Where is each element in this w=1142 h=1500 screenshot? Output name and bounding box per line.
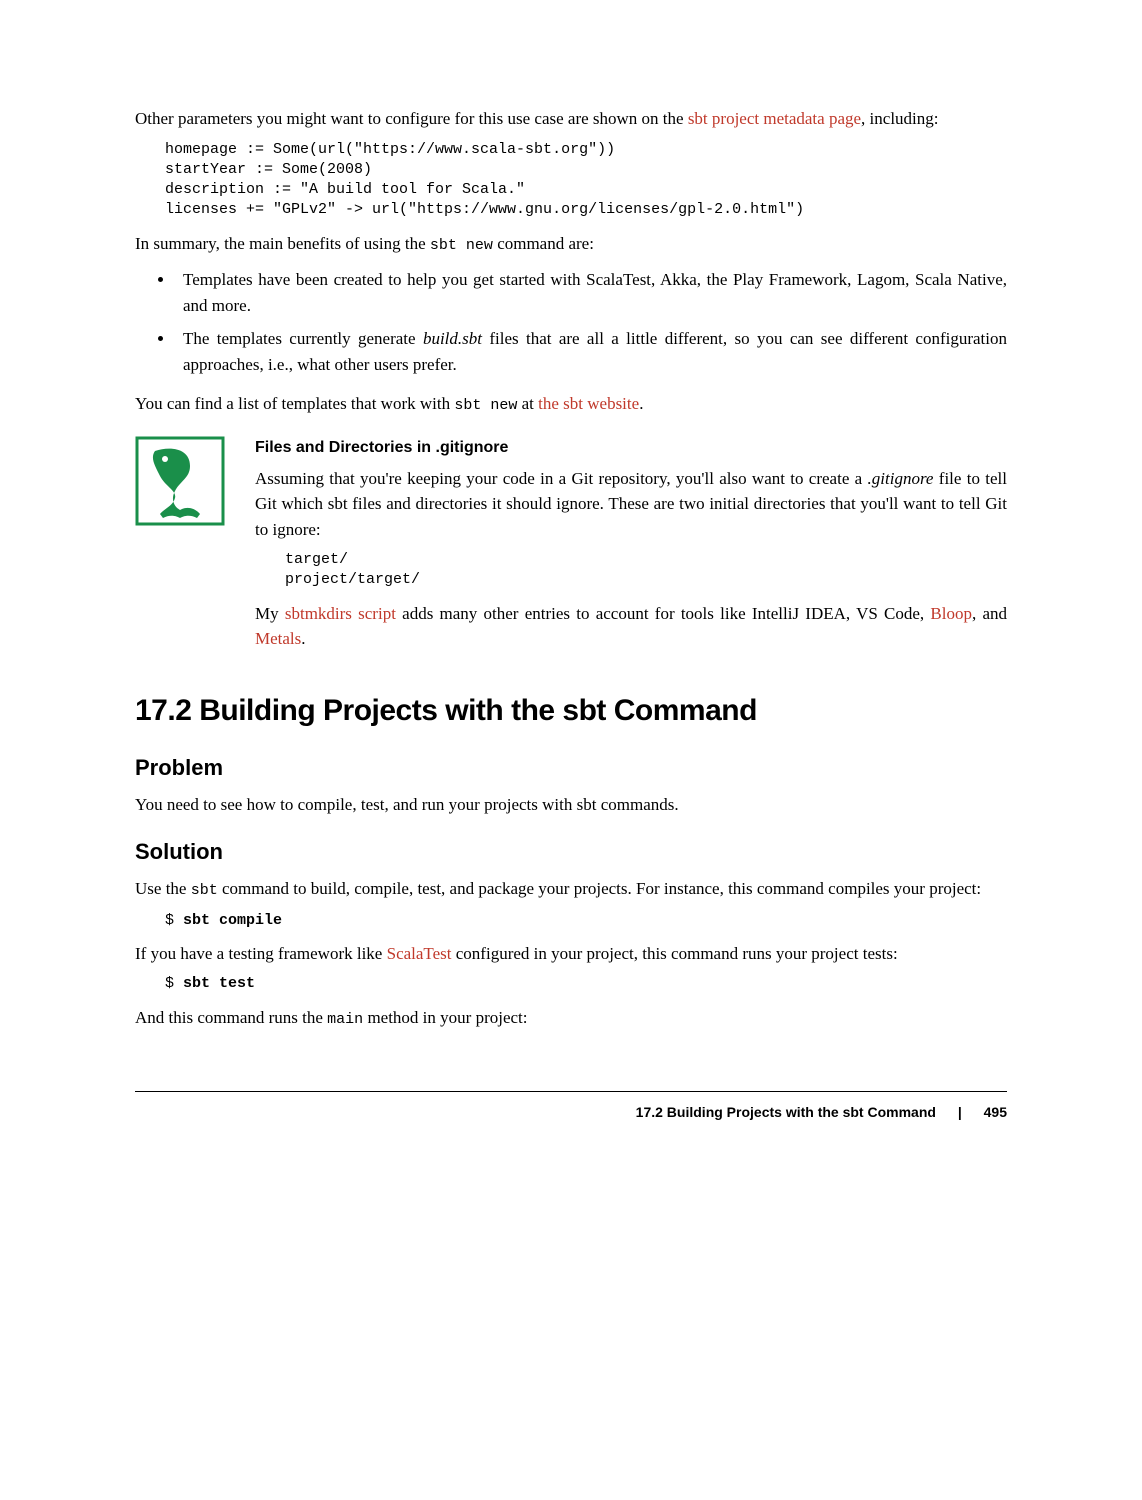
inline-code-sbt-new: sbt new: [430, 237, 493, 254]
text: command are:: [493, 234, 594, 253]
emphasis: .gitignore: [868, 469, 934, 488]
aside-title: Files and Directories in .gitignore: [255, 436, 1007, 460]
summary-paragraph: In summary, the main benefits of using t…: [135, 231, 1007, 258]
text: adds many other entries to account for t…: [396, 604, 930, 623]
code-block-gitignore: target/ project/target/: [285, 550, 1007, 591]
inline-code-main: main: [327, 1011, 363, 1028]
text: at: [517, 394, 538, 413]
emphasis: build.sbt: [423, 329, 482, 348]
scalatest-link[interactable]: ScalaTest: [387, 944, 452, 963]
benefits-list: Templates have been created to help you …: [175, 267, 1007, 377]
inline-code-sbt-new: sbt new: [454, 397, 517, 414]
page-footer: 17.2 Building Projects with the sbt Comm…: [135, 1091, 1007, 1123]
text: In summary, the main benefits of using t…: [135, 234, 430, 253]
text: If you have a testing framework like: [135, 944, 387, 963]
footer-title: 17.2 Building Projects with the sbt Comm…: [636, 1104, 936, 1120]
text: The templates currently generate: [183, 329, 423, 348]
solution-heading: Solution: [135, 835, 1007, 868]
list-item: Templates have been created to help you …: [175, 267, 1007, 318]
command: sbt compile: [183, 912, 282, 929]
text: You can find a list of templates that wo…: [135, 394, 454, 413]
code-block-params: homepage := Some(url("https://www.scala-…: [165, 140, 1007, 221]
text: , including:: [861, 109, 938, 128]
sbtmkdirs-link[interactable]: sbtmkdirs script: [285, 604, 396, 623]
prompt: $: [165, 912, 183, 929]
text: Other parameters you might want to confi…: [135, 109, 688, 128]
text: Use the: [135, 879, 191, 898]
text: method in your project:: [363, 1008, 527, 1027]
templates-paragraph: You can find a list of templates that wo…: [135, 391, 1007, 418]
section-heading: 17.2 Building Projects with the sbt Comm…: [135, 688, 1007, 733]
solution-paragraph: If you have a testing framework like Sca…: [135, 941, 1007, 967]
aside-paragraph: Assuming that you're keeping your code i…: [255, 466, 1007, 543]
aside-paragraph: My sbtmkdirs script adds many other entr…: [255, 601, 1007, 652]
list-item: The templates currently generate build.s…: [175, 326, 1007, 377]
sbt-website-link[interactable]: the sbt website: [538, 394, 639, 413]
text: , and: [972, 604, 1007, 623]
command: sbt test: [183, 975, 255, 992]
problem-heading: Problem: [135, 751, 1007, 784]
text: .: [639, 394, 643, 413]
footer-separator: |: [958, 1104, 962, 1120]
solution-paragraph: Use the sbt command to build, compile, t…: [135, 876, 1007, 903]
code-block-sbt-test: $ sbt test: [165, 974, 1007, 994]
text: And this command runs the: [135, 1008, 327, 1027]
text: command to build, compile, test, and pac…: [218, 879, 981, 898]
intro-paragraph: Other parameters you might want to confi…: [135, 106, 1007, 132]
solution-paragraph: And this command runs the main method in…: [135, 1005, 1007, 1032]
lemur-icon: [135, 436, 225, 526]
page-number: 495: [984, 1104, 1007, 1120]
aside-note: Files and Directories in .gitignore Assu…: [135, 436, 1007, 658]
aside-content: Files and Directories in .gitignore Assu…: [255, 436, 1007, 658]
sbt-metadata-link[interactable]: sbt project metadata page: [688, 109, 861, 128]
inline-code-sbt: sbt: [191, 882, 218, 899]
bloop-link[interactable]: Bloop: [930, 604, 972, 623]
text: My: [255, 604, 285, 623]
text: configured in your project, this command…: [452, 944, 898, 963]
text: Assuming that you're keeping your code i…: [255, 469, 868, 488]
prompt: $: [165, 975, 183, 992]
code-block-sbt-compile: $ sbt compile: [165, 911, 1007, 931]
metals-link[interactable]: Metals: [255, 629, 301, 648]
problem-paragraph: You need to see how to compile, test, an…: [135, 792, 1007, 818]
text: .: [301, 629, 305, 648]
